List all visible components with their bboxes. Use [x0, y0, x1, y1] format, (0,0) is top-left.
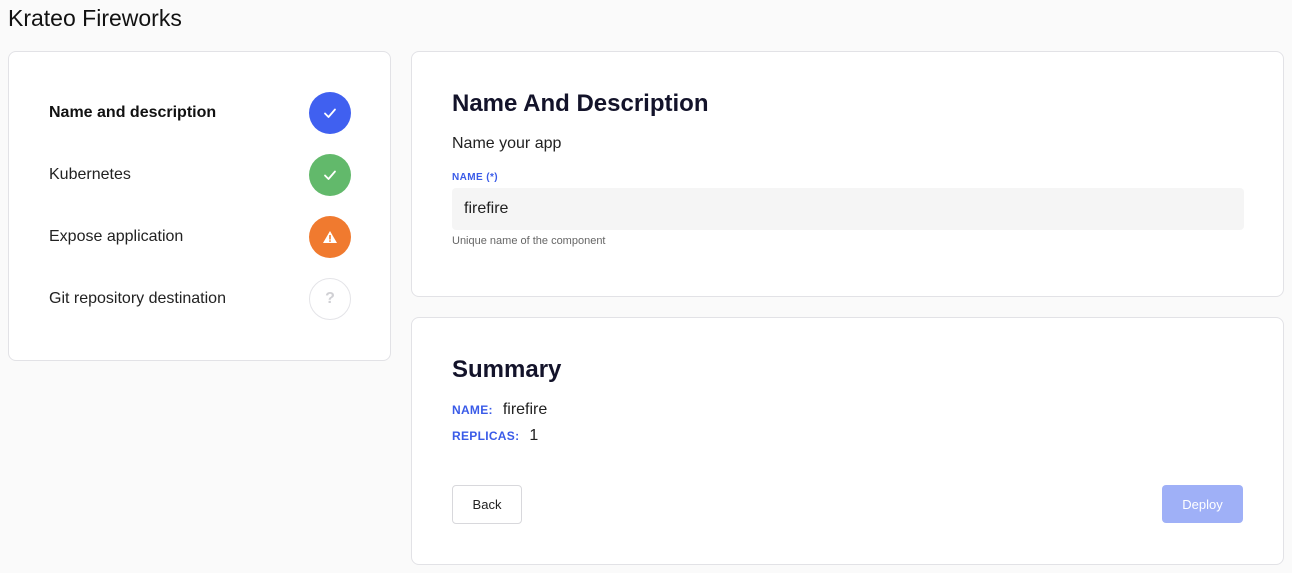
deploy-button[interactable]: Deploy: [1162, 485, 1243, 523]
section-subtitle: Name your app: [452, 135, 562, 152]
step-git-repository-destination[interactable]: Git repository destination ?: [49, 278, 351, 320]
summary-key: NAME:: [452, 403, 493, 417]
step-expose-application[interactable]: Expose application: [49, 216, 351, 258]
check-icon: [309, 92, 351, 134]
name-field-helper: Unique name of the component: [452, 235, 606, 247]
name-field-label: NAME (*): [452, 172, 498, 183]
steps-panel: Name and description Kubernetes Expose a…: [8, 51, 391, 361]
step-label: Name and description: [49, 104, 217, 121]
name-input[interactable]: [452, 188, 1244, 230]
warning-icon: [309, 216, 351, 258]
summary-key: REPLICAS:: [452, 429, 520, 443]
step-kubernetes[interactable]: Kubernetes: [49, 154, 351, 196]
summary-row-name: NAME: firefire: [452, 401, 547, 419]
summary-row-replicas: REPLICAS: 1: [452, 427, 538, 445]
step-label: Git repository destination: [49, 290, 226, 307]
summary-value: firefire: [502, 401, 548, 418]
step-name-and-description[interactable]: Name and description: [49, 92, 351, 134]
step-label: Kubernetes: [49, 166, 131, 183]
name-description-panel: Name And Description Name your app NAME …: [411, 51, 1284, 297]
question-icon: ?: [309, 278, 351, 320]
section-title: Name And Description: [452, 90, 709, 117]
summary-value: 1: [529, 427, 539, 444]
back-button[interactable]: Back: [452, 485, 522, 524]
summary-panel: Summary NAME: firefire REPLICAS: 1 Back …: [411, 317, 1284, 565]
app-title: Krateo Fireworks: [8, 5, 182, 31]
summary-title: Summary: [452, 356, 562, 383]
check-icon: [309, 154, 351, 196]
step-label: Expose application: [49, 228, 184, 245]
